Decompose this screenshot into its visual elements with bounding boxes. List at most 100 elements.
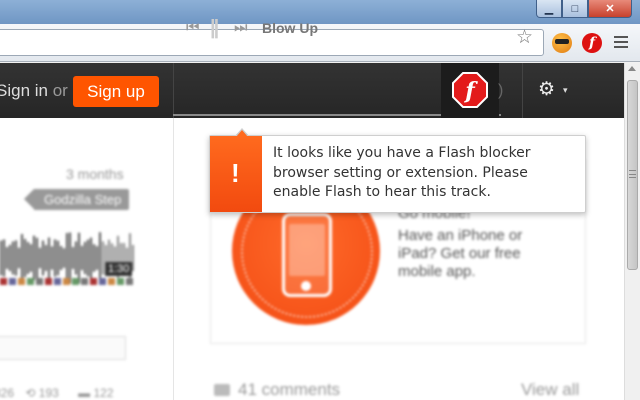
waveform-bar — [18, 247, 20, 269]
waveform-bar — [12, 241, 14, 275]
waveform-bar — [33, 235, 35, 281]
waveform-bar — [69, 232, 71, 284]
waveform-bar — [30, 244, 32, 272]
commenter-avatar — [9, 278, 16, 285]
waveform-bar — [96, 246, 98, 270]
waveform-bar — [15, 240, 17, 276]
close-window-button[interactable]: ✕ — [588, 0, 632, 18]
waveform-bar — [99, 232, 101, 284]
flash-blocked-stop-icon[interactable]: f — [452, 72, 488, 108]
phone-screen — [289, 224, 325, 276]
notice-warning-bar: ! — [210, 136, 262, 212]
commenter-avatar — [108, 278, 115, 285]
phone-home-button — [301, 281, 311, 291]
commenter-avatar — [81, 278, 88, 285]
browser-title-bar: ▁ □ ✕ — [0, 0, 640, 24]
pause-icon[interactable]: || — [210, 17, 219, 40]
phone-icon — [282, 213, 332, 297]
commenter-avatar — [117, 278, 124, 285]
volume-icon[interactable]: ) — [498, 82, 503, 100]
scrollbar-grip — [629, 170, 636, 178]
waveform-bar — [102, 241, 104, 275]
previous-track-icon[interactable]: ⏮ — [186, 19, 200, 36]
track-duration: 1:30 — [105, 262, 133, 276]
waveform-bar — [78, 232, 80, 284]
or-label: or — [52, 81, 68, 100]
commenter-avatar — [18, 278, 25, 285]
header-divider-right — [522, 63, 523, 118]
flash-extension-icon[interactable]: f — [582, 33, 602, 53]
waveform-bar — [24, 238, 26, 278]
track-upload-time: 3 months — [66, 166, 124, 182]
repost-count-value: 193 — [38, 386, 59, 400]
waveform-bar — [9, 244, 11, 272]
waveform-bar — [39, 247, 41, 269]
view-all-comments-link[interactable]: View all — [521, 380, 579, 400]
waveform-bar — [75, 241, 77, 275]
commenter-avatar — [36, 278, 43, 285]
signin-link-group: Sign in or — [0, 81, 68, 101]
commenter-avatar — [90, 278, 97, 285]
column-divider — [173, 118, 174, 400]
waveform-bar — [72, 246, 74, 270]
browser-toolbar: ☆ — [0, 24, 640, 62]
commenter-avatar — [54, 278, 61, 285]
comments-header[interactable]: 41 comments — [214, 380, 340, 400]
sunglasses-emoji-extension-icon[interactable] — [552, 33, 572, 53]
genre-tag[interactable]: Godzilla Step — [23, 189, 130, 210]
waveform-bar — [48, 237, 50, 279]
waveform-bar — [6, 247, 8, 269]
maximize-button[interactable]: □ — [562, 0, 588, 18]
notice-pointer — [236, 130, 248, 137]
comment-icon — [214, 384, 230, 396]
waveform-bar — [36, 237, 38, 279]
waveform-bar — [42, 240, 44, 276]
waveform-bar — [60, 246, 62, 270]
comments-count-label: 41 comments — [238, 380, 341, 399]
waveform-bar — [27, 242, 29, 274]
play-count: 826 — [0, 386, 15, 400]
waveform-bar — [63, 248, 65, 268]
signup-button[interactable]: Sign up — [73, 76, 159, 107]
waveform-bar — [0, 240, 2, 276]
waveform-bar — [81, 245, 83, 271]
scroll-up-arrow-icon[interactable] — [628, 66, 636, 71]
window-controls: ▁ □ ✕ — [536, 0, 632, 18]
waveform-bar — [3, 239, 5, 277]
waveform-bar — [90, 237, 92, 279]
waveform-bar — [66, 233, 68, 283]
comment-count[interactable]: ▬ 122 — [78, 386, 121, 400]
chevron-down-icon[interactable]: ▾ — [563, 85, 568, 96]
commenter-avatar — [0, 278, 7, 285]
header-divider — [173, 63, 174, 118]
waveform-bar — [21, 234, 23, 282]
commenter-avatar — [45, 278, 52, 285]
signin-link[interactable]: Sign in — [0, 81, 48, 100]
commenter-avatar — [126, 278, 133, 285]
waveform-bar — [84, 241, 86, 275]
track-waveform[interactable] — [0, 222, 134, 292]
waveform-bar — [93, 244, 95, 272]
star-icon[interactable]: ☆ — [516, 28, 533, 47]
waveform-bar — [45, 245, 47, 271]
commenter-avatar — [27, 278, 34, 285]
commenter-avatar — [99, 278, 106, 285]
next-track-icon[interactable]: ⏭ — [234, 19, 248, 36]
exclamation-icon: ! — [231, 158, 240, 188]
browser-menu-icon[interactable] — [614, 36, 628, 48]
gear-icon[interactable]: ⚙ — [538, 78, 555, 101]
flash-blocker-notice: ! It looks like you have a Flash blocker… — [209, 135, 586, 213]
waveform-bar — [57, 240, 59, 276]
waveform-bar — [54, 239, 56, 277]
commenter-avatar — [63, 278, 70, 285]
waveform-bar — [51, 246, 53, 270]
commenter-avatar — [72, 278, 79, 285]
waveform-bar — [87, 239, 89, 277]
promo-text: Have an iPhone or iPad? Get our free mob… — [398, 227, 523, 280]
comment-input[interactable] — [0, 336, 126, 360]
minimize-button[interactable]: ▁ — [536, 0, 562, 18]
now-playing-title[interactable]: Blow Up — [262, 20, 318, 36]
repost-count[interactable]: ⟲ 193 — [25, 386, 66, 400]
sunglasses-shape — [555, 39, 569, 44]
comment-count-value: 122 — [93, 386, 114, 400]
